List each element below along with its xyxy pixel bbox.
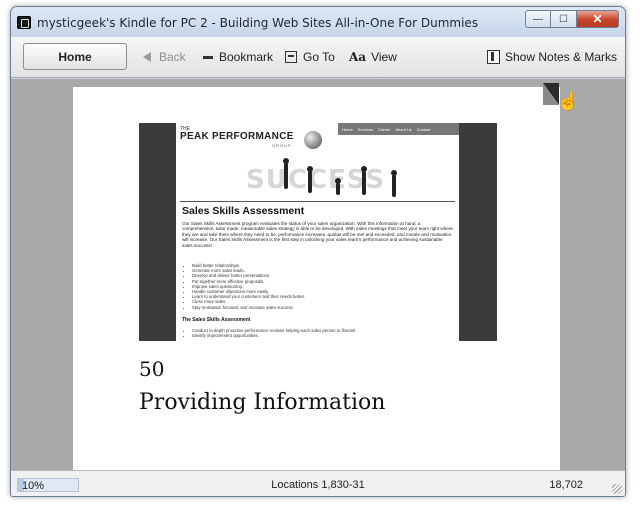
figure-bullet-list-2: Conduct in-depth proactive performance r… xyxy=(192,328,452,338)
home-button[interactable]: Home xyxy=(23,43,127,70)
window-controls: — ☐ ✕ xyxy=(525,10,619,28)
figure-bullet-list: Build better relationships. Generate mor… xyxy=(192,263,452,310)
book-page[interactable]: THE PEAK PERFORMANCE GROUP Home Services… xyxy=(73,87,560,470)
figure-subheading: The Sales Skills Assessment xyxy=(182,317,251,323)
person-figure-icon xyxy=(391,170,397,197)
goto-label: Go To xyxy=(303,50,335,64)
figure-right-margin xyxy=(459,123,497,341)
figure-nav-item: Services xyxy=(357,126,374,132)
kindle-app-icon[interactable] xyxy=(17,16,31,29)
show-notes-button[interactable]: Show Notes & Marks xyxy=(487,49,617,65)
status-bar: 10% Locations 1,830-31 18,702 xyxy=(11,470,625,496)
book-page-number: 50 xyxy=(139,357,165,381)
maximize-button[interactable]: ☐ xyxy=(551,10,577,28)
show-notes-label: Show Notes & Marks xyxy=(505,50,618,64)
chapter-title: Providing Information xyxy=(139,390,386,415)
person-figure-icon xyxy=(361,166,367,195)
reading-area[interactable]: THE PEAK PERFORMANCE GROUP Home Services… xyxy=(11,79,625,470)
figure-nav-item: Contact xyxy=(416,126,431,132)
toolbar: Home Back Bookmark Go To Aa View Show No… xyxy=(11,37,625,78)
figure-nav-item: About Us xyxy=(395,126,412,132)
goto-button[interactable]: Go To xyxy=(285,49,335,65)
location-indicator: Locations 1,830-31 xyxy=(271,479,365,491)
view-label: View xyxy=(371,50,397,64)
notes-icon xyxy=(487,50,500,64)
bookmark-label: Bookmark xyxy=(219,50,274,64)
figure-left-margin xyxy=(139,123,176,341)
back-label: Back xyxy=(159,50,186,64)
figure-divider xyxy=(180,201,455,202)
figure-site-nav: Home Services Clients About Us Contact xyxy=(338,123,459,135)
bookmark-icon xyxy=(203,55,213,59)
hand-cursor-icon: ☝ xyxy=(557,91,580,111)
bookmark-button[interactable]: Bookmark xyxy=(203,49,273,65)
view-button[interactable]: Aa View xyxy=(349,49,397,65)
figure-nav-item: Home xyxy=(342,126,353,132)
list-item: Identify improvement opportunities. xyxy=(192,333,452,338)
figure-logo-group: GROUP xyxy=(272,143,292,148)
close-icon: ✕ xyxy=(592,12,603,26)
figure-logo-name: PEAK PERFORMANCE xyxy=(180,131,294,142)
goto-icon xyxy=(285,51,297,63)
font-size-icon: Aa xyxy=(349,50,367,64)
kindle-window: mysticgeek's Kindle for PC 2 - Building … xyxy=(10,6,626,497)
close-button[interactable]: ✕ xyxy=(577,10,619,28)
title-bar[interactable]: mysticgeek's Kindle for PC 2 - Building … xyxy=(11,7,625,37)
minimize-button[interactable]: — xyxy=(525,10,551,28)
globe-logo-icon xyxy=(304,131,322,149)
maximize-icon: ☐ xyxy=(559,13,568,25)
person-figure-icon xyxy=(335,178,341,195)
back-arrow-icon xyxy=(143,52,151,62)
list-item: Stay motivated, focused, and increase sa… xyxy=(192,305,452,310)
figure-banner: SUCCESS xyxy=(176,153,459,201)
back-button[interactable]: Back xyxy=(143,49,186,65)
figure-nav-item: Clients xyxy=(378,126,391,132)
resize-grip-icon[interactable] xyxy=(612,484,622,494)
person-figure-icon xyxy=(283,158,289,189)
figure-site-content: THE PEAK PERFORMANCE GROUP Home Services… xyxy=(176,123,459,341)
total-locations: 18,702 xyxy=(549,479,583,491)
window-title: mysticgeek's Kindle for PC 2 - Building … xyxy=(37,16,479,30)
person-figure-icon xyxy=(307,166,313,193)
minimize-icon: — xyxy=(533,13,543,25)
website-screenshot-figure: THE PEAK PERFORMANCE GROUP Home Services… xyxy=(139,123,497,341)
figure-heading: Sales Skills Assessment xyxy=(182,205,305,217)
figure-paragraph: Our Sales Skills Assessment program eval… xyxy=(182,221,453,248)
